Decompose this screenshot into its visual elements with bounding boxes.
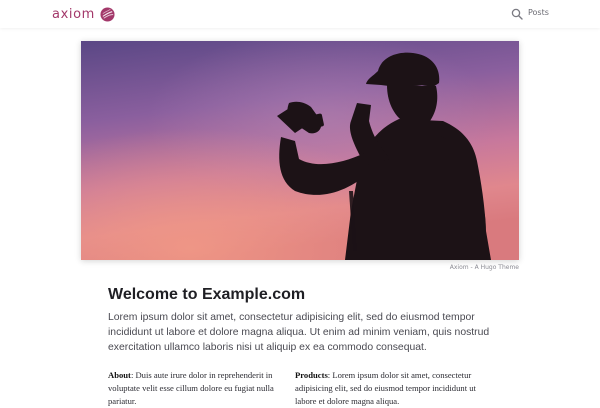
search-icon[interactable] (511, 8, 523, 20)
brand-name: axiom (52, 6, 95, 22)
hero-image (81, 41, 519, 260)
brand-link[interactable]: axiom (52, 5, 115, 23)
page-title: Welcome to Example.com (108, 286, 306, 303)
about-text: : Duis aute irure dolor in reprehenderit… (108, 370, 274, 406)
nav-link-posts[interactable]: Posts (528, 8, 549, 17)
site-header: axiom Posts (0, 0, 600, 28)
axiom-logo-icon (100, 6, 115, 22)
intro-paragraph: Lorem ipsum dolor sit amet, consectetur … (108, 312, 490, 353)
about-term: About (108, 370, 131, 380)
products-term: Products (295, 370, 328, 380)
about-column: About: Duis aute irure dolor in reprehen… (108, 369, 278, 408)
sunset-photographer-silhouette-image (81, 41, 519, 260)
products-column: Products: Lorem ipsum dolor sit amet, co… (295, 369, 495, 408)
hero-caption: Axiom - A Hugo Theme (449, 264, 519, 271)
